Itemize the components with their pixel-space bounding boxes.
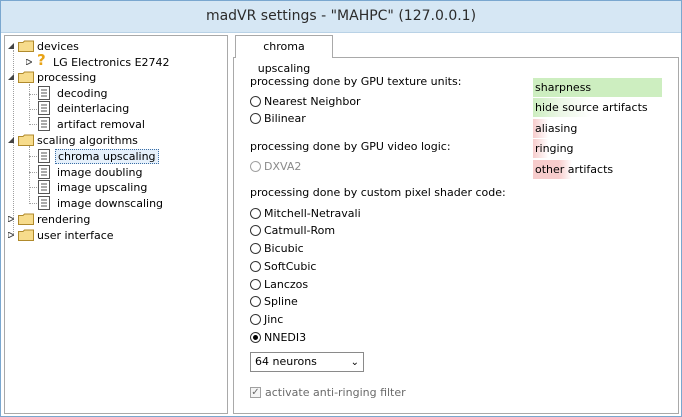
tree-item-deinterlacing[interactable]: deinterlacing <box>5 101 225 116</box>
page-icon <box>38 180 50 194</box>
tree-item-image-doubling[interactable]: image doubling <box>5 165 225 180</box>
radio-circle[interactable] <box>250 243 261 254</box>
checkbox-box[interactable]: ✓ <box>250 387 261 398</box>
page-icon <box>38 149 50 163</box>
settings-tree[interactable]: devices ? LG Electronics E2742 processin… <box>4 35 228 414</box>
radio-circle-selected[interactable] <box>250 332 261 343</box>
radio-circle[interactable] <box>250 96 261 107</box>
page-icon <box>38 196 50 210</box>
radio-circle[interactable] <box>250 113 261 124</box>
folder-icon <box>18 71 34 83</box>
page-icon <box>38 86 50 100</box>
folder-icon <box>18 213 34 225</box>
group-label-gpu-video: processing done by GPU video logic: <box>250 140 451 153</box>
tree-item-rendering[interactable]: rendering <box>5 212 225 227</box>
collapse-icon[interactable] <box>8 74 14 80</box>
folder-icon <box>18 134 34 146</box>
quality-sharpness: sharpness <box>533 78 662 97</box>
radio-circle[interactable] <box>250 261 261 272</box>
radio-circle <box>250 161 261 172</box>
quality-aliasing: aliasing <box>533 119 662 138</box>
collapse-icon[interactable] <box>8 137 14 143</box>
tree-item-chroma-upscaling[interactable]: chroma upscaling <box>5 149 225 164</box>
page-icon <box>38 117 50 131</box>
radio-circle[interactable] <box>250 208 261 219</box>
tree-item-decoding[interactable]: decoding <box>5 86 225 101</box>
warning-icon: ? <box>37 51 46 69</box>
chevron-down-icon[interactable]: ⌄ <box>351 354 359 372</box>
tree-item-user-interface[interactable]: user interface <box>5 228 225 243</box>
tree-item-artifact-removal[interactable]: artifact removal <box>5 117 225 132</box>
app-window: madVR settings - "MAHPC" (127.0.0.1) dev… <box>0 0 682 417</box>
page-icon <box>38 101 50 115</box>
quality-ringing: ringing <box>533 139 662 158</box>
radio-circle[interactable] <box>250 279 261 290</box>
collapse-icon[interactable] <box>8 43 14 49</box>
tree-item-image-downscaling[interactable]: image downscaling <box>5 196 225 211</box>
expand-icon[interactable] <box>8 232 14 238</box>
radio-circle[interactable] <box>250 225 261 236</box>
tree-item-scaling-algorithms[interactable]: scaling algorithms <box>5 133 225 148</box>
expand-icon[interactable] <box>26 59 32 65</box>
tree-item-lg-electronics[interactable]: ? LG Electronics E2742 <box>5 51 225 70</box>
quality-hide-source-artifacts: hide source artifacts <box>533 98 662 117</box>
radio-circle[interactable] <box>250 314 261 325</box>
tab-chroma-upscaling[interactable]: chroma upscaling <box>235 35 333 75</box>
tree-item-image-upscaling[interactable]: image upscaling <box>5 180 225 195</box>
page-icon <box>38 165 50 179</box>
settings-panel: chroma upscaling processing done by GPU … <box>233 35 679 414</box>
neurons-dropdown[interactable]: 64 neurons ⌄ <box>250 352 364 372</box>
folder-icon <box>18 229 34 241</box>
tab-content: processing done by GPU texture units: Ne… <box>233 57 679 414</box>
window-title: madVR settings - "MAHPC" (127.0.0.1) <box>1 1 681 33</box>
tree-item-processing[interactable]: processing <box>5 70 225 85</box>
group-label-pixel-shader: processing done by custom pixel shader c… <box>250 186 506 199</box>
expand-icon[interactable] <box>8 216 14 222</box>
folder-icon <box>18 40 34 52</box>
radio-circle[interactable] <box>250 296 261 307</box>
quality-other-artifacts: other artifacts <box>533 160 662 179</box>
